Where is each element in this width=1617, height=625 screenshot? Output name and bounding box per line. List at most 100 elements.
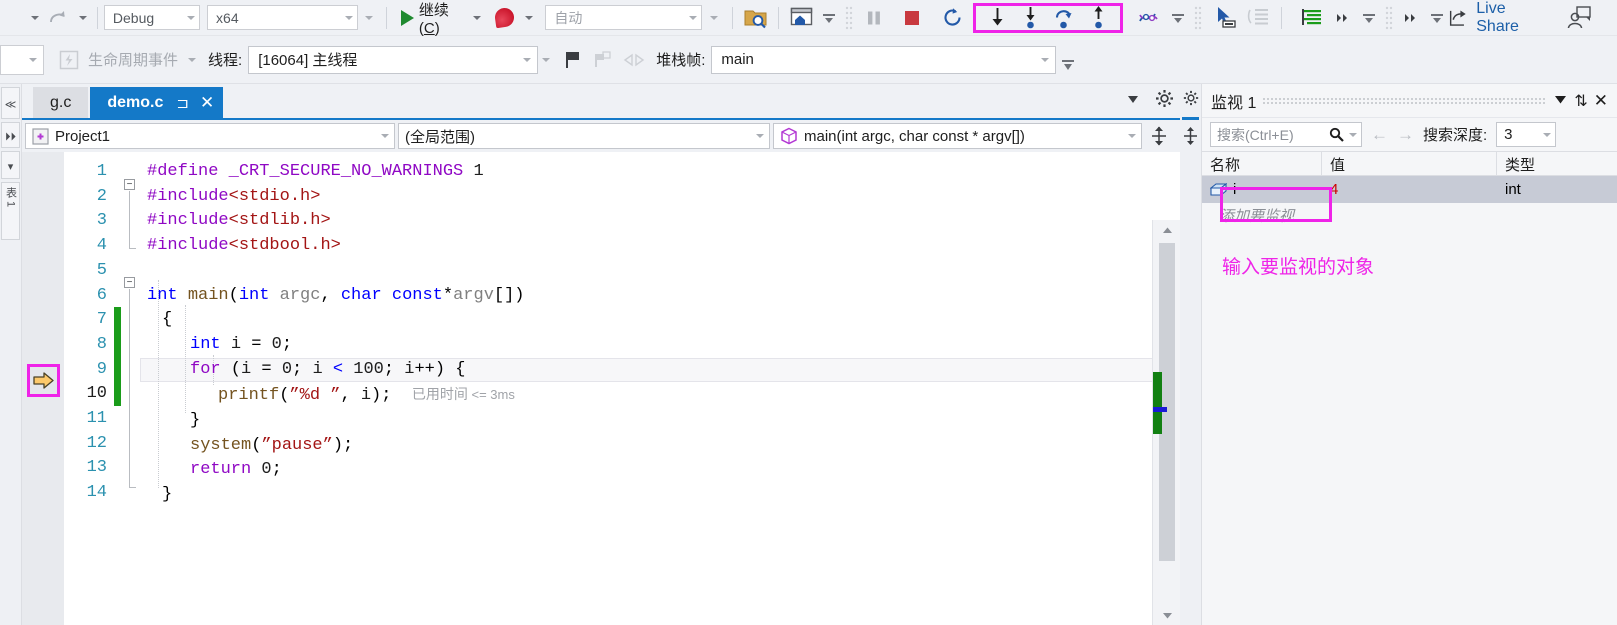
flag-thread-button[interactable] <box>558 46 588 74</box>
live-share-button[interactable]: Live Share <box>1448 0 1562 36</box>
unsaved-change-bar <box>114 307 121 406</box>
member-combo[interactable]: main(int argc, char const * argv[]) <box>773 123 1142 149</box>
split-editor-button[interactable] <box>1145 122 1173 150</box>
bookmark-prev-button[interactable] <box>1330 4 1358 32</box>
watch-panel-pin-button[interactable]: ⇅ <box>1574 91 1587 111</box>
account-button[interactable] <box>1562 4 1597 32</box>
tab-overflow-dropdown-button[interactable] <box>1125 92 1141 110</box>
editor-tab-g-c[interactable]: g.c <box>33 87 89 118</box>
show-only-flagged-button[interactable] <box>588 46 618 74</box>
column-header-value[interactable]: 值 <box>1322 152 1497 175</box>
window-layout-dropdown-button[interactable] <box>818 7 840 35</box>
panel-drag-grip[interactable] <box>1262 96 1548 105</box>
show-next-statement-button[interactable] <box>785 4 818 32</box>
watch-split-button[interactable] <box>1180 120 1201 157</box>
server-explorer-collapsed-tab[interactable]: ▾ <box>1 151 20 179</box>
debug-target-combo[interactable]: 自动 <box>545 5 703 30</box>
solution-explorer-collapsed-tab[interactable]: ≪ <box>1 87 20 119</box>
editor-tab-demo-c[interactable]: demo.c ⊐ ✕ <box>90 87 224 118</box>
fold-toggle-main-block[interactable]: − <box>124 277 135 288</box>
step-out-button[interactable] <box>1083 4 1114 32</box>
pointer-select-button[interactable] <box>1207 4 1242 32</box>
freeze-thread-button[interactable] <box>618 46 650 74</box>
column-header-name[interactable]: 名称 <box>1202 152 1322 175</box>
redo-button[interactable] <box>43 4 72 32</box>
stackframe-combo[interactable]: main <box>711 45 1057 74</box>
line-number: 1 <box>96 162 107 181</box>
code-line: #include<stdlib.h> <box>147 211 331 231</box>
break-all-button[interactable] <box>858 4 890 32</box>
toolbox-collapsed-tab[interactable]: ⏵⏵ <box>1 122 20 148</box>
step-into-dot-button[interactable] <box>1015 4 1046 32</box>
chevron-down-icon <box>756 134 764 138</box>
continue-button[interactable]: 继续(C) <box>393 2 467 37</box>
hot-reload-dropdown-button[interactable] <box>518 4 537 32</box>
step-into-button[interactable] <box>982 4 1013 32</box>
platform-dropdown-extra-button[interactable] <box>358 4 380 32</box>
watch-search-prev-button[interactable]: ← <box>1371 125 1388 145</box>
green-lines-icon <box>1302 9 1321 25</box>
search-icon <box>1329 127 1344 142</box>
bookmark-next-button[interactable] <box>1398 4 1426 32</box>
project-combo[interactable]: Project1 <box>25 123 395 149</box>
line-number: 2 <box>96 186 107 206</box>
process-combo[interactable] <box>0 44 44 75</box>
watch-variable-value[interactable]: 4 <box>1322 176 1497 203</box>
hot-reload-button[interactable] <box>491 4 518 32</box>
fold-toggle-include-block[interactable]: − <box>124 179 135 190</box>
watch-panel-close-button[interactable]: ✕ <box>1594 91 1608 111</box>
chevron-down-icon <box>473 15 482 20</box>
lifecycle-events-label: 生命周期事件 <box>88 52 179 69</box>
bookmark-next-dropdown-button[interactable] <box>1426 7 1448 35</box>
debug-target-dropdown-button[interactable] <box>702 4 726 32</box>
watch-depth-combo[interactable]: 3 <box>1496 122 1557 147</box>
find-in-files-button[interactable] <box>739 4 772 32</box>
solution-platform-combo[interactable]: x64 <box>207 5 358 30</box>
thread-extra-dropdown-button[interactable] <box>538 46 554 74</box>
editor-settings-gear-button[interactable] <box>1155 89 1174 113</box>
stop-debugging-button[interactable] <box>896 4 928 32</box>
solution-configuration-combo[interactable]: Debug <box>103 5 201 30</box>
watch-toolbar: 搜索(Ctrl+E) ← → 搜索深度: 3 <box>1202 118 1617 151</box>
column-header-type[interactable]: 类型 <box>1497 152 1617 175</box>
gear-icon <box>1183 90 1198 106</box>
indent-guides-button[interactable] <box>1242 4 1275 32</box>
scroll-down-button[interactable] <box>1153 605 1180 625</box>
outlining-gutter[interactable]: − − <box>114 152 140 625</box>
flame-icon <box>494 6 516 29</box>
format-lines-button[interactable] <box>1296 4 1330 32</box>
continue-dropdown-button[interactable] <box>466 4 485 32</box>
toolbar-grip <box>840 4 858 32</box>
editor-vertical-scrollbar[interactable] <box>1152 220 1180 625</box>
chevron-down-icon <box>31 15 39 20</box>
watch-panel-menu-button[interactable] <box>1553 92 1568 110</box>
watch-search-box[interactable]: 搜索(Ctrl+E) <box>1210 122 1362 147</box>
lifecycle-events-button[interactable] <box>54 46 84 74</box>
scroll-up-button[interactable] <box>1153 220 1180 240</box>
close-icon[interactable]: ✕ <box>200 93 214 113</box>
redo-dropdown-button[interactable] <box>72 4 91 32</box>
scope-combo[interactable]: (全局范围) <box>398 123 770 149</box>
code-text-area[interactable]: #define _CRT_SECURE_NO_WARNINGS 1 #inclu… <box>140 152 1180 625</box>
threads-view-button[interactable] <box>1133 4 1167 32</box>
chevron-down-icon <box>525 15 534 20</box>
left-panel-label-tab[interactable]: 表 1 <box>1 182 20 240</box>
method-cube-icon <box>781 127 797 145</box>
stackframe-overflow-button[interactable] <box>1056 55 1080 83</box>
chevron-down-icon[interactable] <box>1349 132 1357 137</box>
pin-icon[interactable]: ⊐ <box>176 94 189 112</box>
threads-dropdown-button[interactable] <box>1167 7 1189 35</box>
thread-combo[interactable]: [16064] 主线程 <box>248 45 539 74</box>
restart-button[interactable] <box>936 4 969 32</box>
code-editor-surface[interactable]: 1 2 3 4 5 6 7 8 9 10 11 12 13 14 − − #de… <box>22 152 1180 625</box>
undo-dropdown-button[interactable] <box>24 4 43 32</box>
watch-search-next-button[interactable]: → <box>1397 125 1414 145</box>
watch-gear-button[interactable] <box>1180 84 1201 117</box>
flag-icon <box>566 51 580 68</box>
step-over-icon <box>1056 10 1072 29</box>
step-over-button[interactable] <box>1048 4 1081 32</box>
bookmark-prev-dropdown-button[interactable] <box>1358 7 1380 35</box>
pause-icon <box>868 11 881 24</box>
lifecycle-dropdown-button[interactable] <box>184 46 200 74</box>
breakpoint-gutter[interactable] <box>22 152 64 625</box>
